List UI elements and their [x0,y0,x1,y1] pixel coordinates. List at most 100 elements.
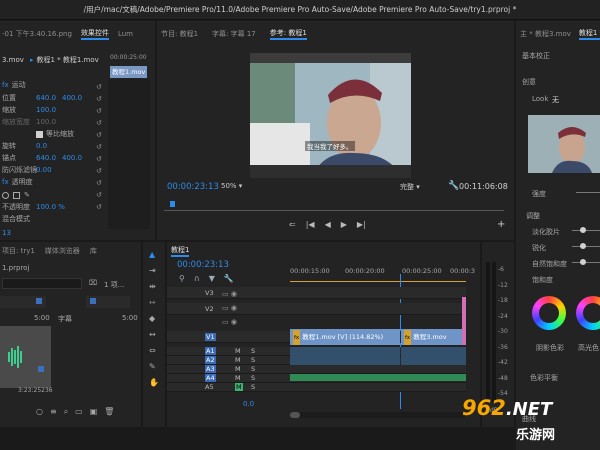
time-ruler[interactable]: 00:00:15:00 00:00:20:00 00:00:25:00 00:0… [290,262,475,282]
source-row[interactable]: 3.mov ▸ 教程1 * 教程1.mov [2,54,107,66]
solo-button[interactable]: S [251,347,255,355]
eye-icon[interactable]: ◉ [231,304,237,312]
wrench-icon[interactable]: 🔧 [448,181,459,191]
track-a3[interactable]: A3 M S [167,365,466,374]
basic-correction-header[interactable]: 基本校正 [522,51,550,61]
mini-timeline-clip[interactable]: 教程1.mov [110,66,147,78]
wrench-icon[interactable]: 🔧 [224,274,234,283]
clip-video-1[interactable]: fx 教程1.mov [V] (114.82%) [290,329,400,345]
anchor-y[interactable]: 400.0 [62,154,82,162]
add-button[interactable]: + [497,219,505,230]
sharpen-slider[interactable] [572,243,600,249]
solo-button[interactable]: S [251,356,255,364]
selection-arrow-icon[interactable]: ▲ [149,250,161,259]
adjust-header[interactable]: 调整 [526,211,540,221]
tab-master[interactable]: 主 * 教程3.mov [520,29,571,39]
ripple-edit-icon[interactable]: ⇹ [149,282,161,291]
track-v2[interactable]: V2 [167,303,466,315]
anchor-row[interactable]: 锚点 640.0 400.0 [2,152,106,164]
snap-icon[interactable]: ⚲ [179,274,185,283]
new-item-icon[interactable]: ▣ [90,407,98,417]
opacity-row[interactable]: 不透明度 100.0 % [2,201,106,213]
play-icon[interactable]: ▶ [341,220,347,229]
position-x[interactable]: 640.0 [36,94,62,102]
look-select[interactable]: 无 [552,95,559,105]
anchor-x[interactable]: 640.0 [36,154,62,162]
reset-icon[interactable]: ↺ [96,189,105,201]
opacity-section-row[interactable]: fx 透明度 [2,176,106,188]
razor-icon[interactable]: ◆ [149,314,161,323]
mute-button[interactable]: M [235,365,241,373]
reset-icon[interactable]: ↺ [96,129,105,141]
eye-icon[interactable]: ◉ [231,290,237,298]
mute-button[interactable]: M [235,356,241,364]
tab-lumetri[interactable]: Lum [118,30,133,38]
marker-icon[interactable]: ▼ [209,274,215,283]
intensity-slider[interactable] [576,192,600,193]
audio-thumbnail[interactable] [0,326,51,388]
tab-clip[interactable]: 教程1 * 教程3.mov [578,28,600,40]
reset-icon[interactable]: ↺ [96,153,105,165]
motion-row[interactable]: fx 运动 [2,79,106,91]
track-a5[interactable]: A5 M S [167,383,466,392]
new-bin-icon[interactable]: ⌧ [89,279,97,287]
opacity-value[interactable]: 100.0 % [36,203,65,211]
pen-icon[interactable]: ✎ [149,362,161,371]
program-scrubber[interactable] [164,201,504,211]
mute-button[interactable]: M [235,383,243,391]
rect-mask-icon[interactable] [13,191,20,199]
mask-tools-row[interactable]: ✎ [2,189,106,201]
reset-icon[interactable]: ↺ [96,117,105,129]
solo-button[interactable]: S [251,374,255,382]
tab-reference[interactable]: 参考: 教程1 [269,28,307,40]
rotation-value[interactable]: 0.0 [36,142,47,150]
tab-media-browser[interactable]: 媒体浏览器 [45,246,80,256]
scale-row[interactable]: 缩放 100.0 [2,104,106,116]
delete-icon[interactable]: 🗑 [104,407,114,417]
step-back-frame-icon[interactable]: ◀ [325,220,331,229]
program-timecode[interactable]: 00:00:23:13 [167,182,219,192]
track-v3[interactable]: V3 [167,287,466,299]
audio-clip-a1b[interactable] [401,347,466,365]
reset-icon[interactable]: ↺ [96,141,105,153]
flicker-value[interactable]: 0.00 [36,166,52,174]
position-row[interactable]: 位置 640.0 400.0 [2,92,106,104]
step-forward-icon[interactable]: ▶| [357,220,366,229]
faded-film-slider[interactable] [572,227,600,233]
tab-program[interactable]: 节目: 教程1 [161,29,198,39]
uniform-scale-checkbox[interactable] [36,130,43,138]
tab-project[interactable]: 项目: try1 [2,246,35,256]
step-back-icon[interactable]: |◀ [306,220,315,229]
mute-button[interactable]: M [235,374,241,382]
sync-lock-icon[interactable]: ▭ [222,318,229,326]
search-icon[interactable]: ⌕ [64,407,68,417]
clip-video-2[interactable]: fx 教程3.mov [401,329,466,345]
creative-header[interactable]: 创意 [522,77,536,87]
slip-icon[interactable]: ↔ [149,330,161,339]
new-bin-icon[interactable]: ▭ [75,407,83,417]
slider-knob[interactable] [580,227,586,233]
blend-row[interactable]: 混合模式 [2,213,106,225]
slider-knob[interactable] [580,243,586,249]
zoom-slider-icon[interactable]: ○ [36,407,43,417]
reset-icon[interactable]: ↺ [96,177,105,189]
quality-select[interactable]: 完整 ▾ [400,182,440,192]
playhead-marker[interactable] [170,201,175,207]
rotation-row[interactable]: 旋转 0.0 [2,140,106,152]
reset-icon[interactable]: ↺ [96,93,105,105]
zoom-select[interactable]: 50% ▾ [221,182,263,190]
timeline-zoom-bar[interactable] [290,412,466,418]
slide-icon[interactable]: ⇔ [149,346,161,355]
eye-icon[interactable]: ◉ [231,318,237,326]
solo-button[interactable]: S [251,383,255,391]
audio-clip-a4[interactable] [290,374,466,381]
position-y[interactable]: 400.0 [62,94,82,102]
thumb-caption[interactable] [86,296,130,308]
tab-captions[interactable]: 字幕: 字幕 17 [212,29,256,39]
reset-icon[interactable]: ↺ [96,201,105,213]
slider-knob[interactable] [580,259,586,265]
rolling-edit-icon[interactable]: ⇿ [149,298,161,307]
highlight-tint-wheel[interactable] [576,296,600,330]
timeline-timecode[interactable]: 00:00:23:13 [177,260,229,270]
thumb-timeline[interactable] [0,296,46,308]
